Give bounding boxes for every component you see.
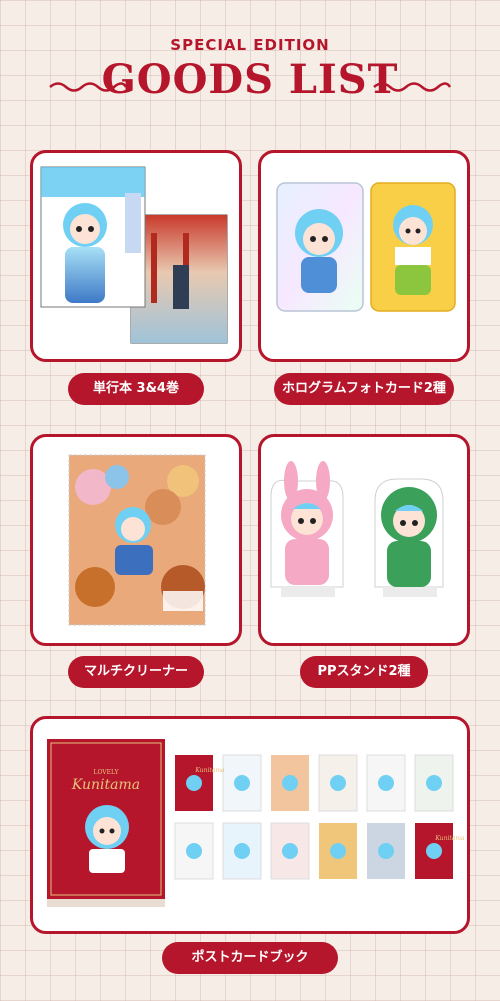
item-label-manga: 単行本 3&4巻 [68, 373, 204, 405]
item-label-stands: PPスタンド2種 [300, 656, 428, 688]
right-wave-decoration [373, 82, 452, 92]
item-card-cleaner [30, 434, 242, 646]
item-card-photocards [258, 150, 470, 362]
item-label-photocards: ホログラムフォトカード2種 [274, 373, 454, 405]
item-card-postcard-book: LOVELY Kunitama Kunitama Kunitama [30, 716, 470, 934]
item-card-manga [30, 150, 242, 362]
header: SPECIAL EDITION GOODS LIST [0, 0, 500, 120]
postcard-cover-title-2: Kunitama [435, 835, 465, 842]
item-label-cleaner: マルチクリーナー [68, 656, 204, 688]
book-cover-small-text: LOVELY [93, 769, 119, 776]
book-cover-title: Kunitama [71, 777, 141, 793]
pp-stands-image [270, 461, 444, 597]
postcard-book-image [47, 739, 454, 907]
item-card-stands [258, 434, 470, 646]
manga-volumes-image [40, 166, 228, 344]
multi-cleaner-image [68, 454, 206, 626]
item-label-postcard-book: ポストカードブック [162, 942, 338, 974]
subtitle: SPECIAL EDITION [170, 36, 330, 54]
hologram-photocards-image [276, 182, 456, 312]
postcard-cover-title-1: Kunitama [195, 767, 225, 774]
